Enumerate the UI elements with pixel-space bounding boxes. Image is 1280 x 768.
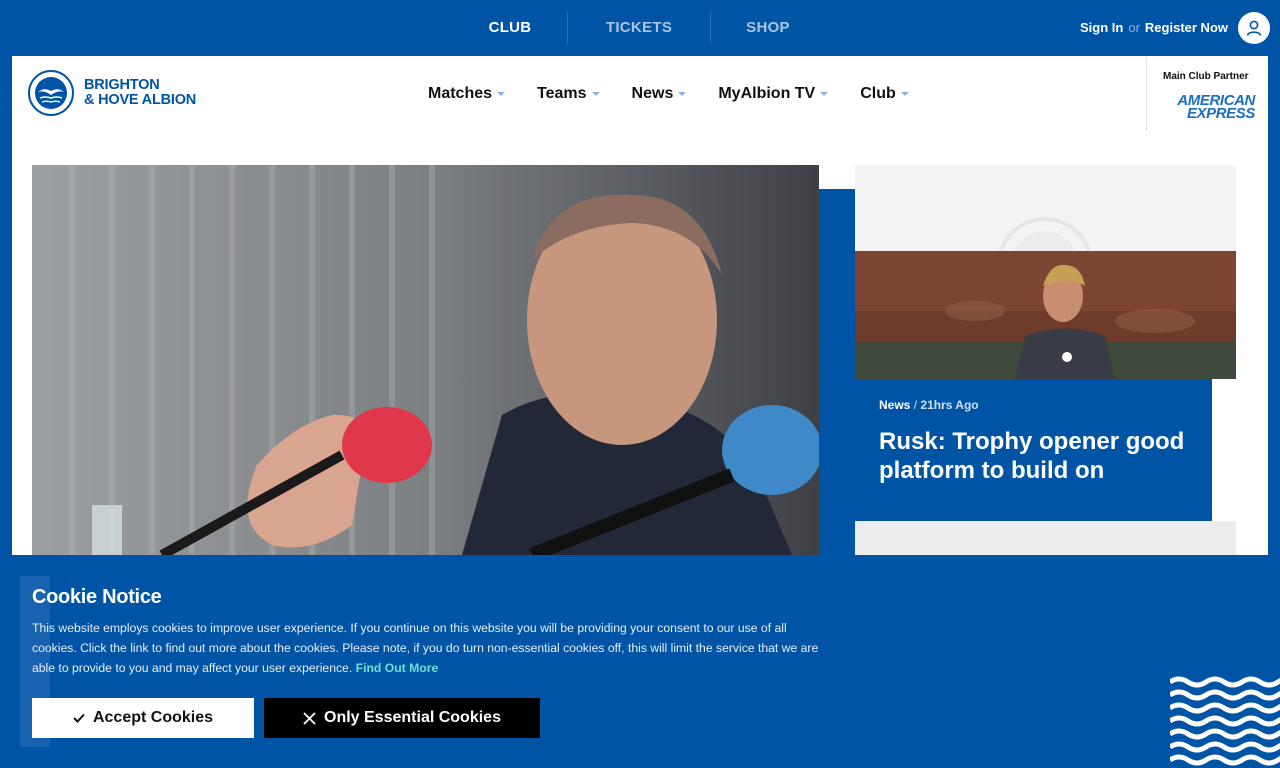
next-card-peek: [855, 521, 1236, 555]
press-conference-photo: [32, 165, 819, 555]
essential-cookies-button[interactable]: Only Essential Cookies: [264, 698, 540, 738]
register-link[interactable]: Register Now: [1145, 20, 1228, 35]
partner-logo: AMERICAN EXPRESS: [1163, 93, 1255, 121]
cookie-title: Cookie Notice: [32, 586, 162, 608]
chevron-down-icon: [591, 91, 600, 96]
article-time: 21hrs Ago: [920, 398, 979, 412]
menu-label: Teams: [537, 84, 587, 102]
main-menu: Matches Teams News MyAlbion TV Club: [428, 56, 941, 131]
topnav-divider: [567, 12, 568, 44]
club-logo-link[interactable]: BRIGHTON & HOVE ALBION: [28, 70, 196, 116]
club-partner[interactable]: Main Club Partner AMERICAN EXPRESS: [1146, 56, 1268, 131]
hero-image[interactable]: [32, 165, 819, 555]
content-area: News / 21hrs Ago Rusk: Trophy opener goo…: [12, 131, 1268, 555]
user-icon: [1246, 20, 1262, 36]
article-category[interactable]: News: [879, 398, 910, 412]
sign-in-link[interactable]: Sign In: [1080, 20, 1123, 35]
wordmark-line2: & HOVE ALBION: [84, 92, 197, 108]
main-nav-bar: BRIGHTON & HOVE ALBION Matches Teams New…: [12, 56, 1268, 131]
side-article-card[interactable]: News / 21hrs Ago Rusk: Trophy opener goo…: [855, 165, 1236, 555]
coach-training-photo: [855, 251, 1236, 379]
topnav-club-link[interactable]: CLUB: [480, 12, 540, 44]
menu-teams[interactable]: Teams: [537, 85, 600, 103]
menu-news[interactable]: News: [632, 85, 687, 103]
topnav-tickets-link[interactable]: TICKETS: [599, 12, 679, 44]
waves-decoration-icon: [1170, 676, 1280, 766]
menu-label: News: [631, 84, 674, 102]
chevron-down-icon: [900, 91, 909, 96]
partner-label: Main Club Partner: [1163, 71, 1249, 82]
club-crest-icon: [28, 70, 74, 116]
essential-cookies-label: Only Essential Cookies: [324, 709, 501, 726]
chevron-down-icon: [678, 91, 687, 96]
side-article-meta: News / 21hrs Ago: [879, 398, 979, 412]
chevron-down-icon: [820, 91, 829, 96]
chevron-down-icon: [497, 91, 506, 96]
cookie-body: This website employs cookies to improve …: [32, 618, 832, 678]
side-card-backdrop: [855, 165, 1236, 251]
menu-label: Matches: [428, 84, 493, 102]
wordmark-line1: BRIGHTON: [84, 77, 160, 93]
cookie-notice: Cookie Notice This website employs cooki…: [0, 555, 1280, 768]
check-icon: [73, 713, 85, 723]
accept-cookies-label: Accept Cookies: [92, 709, 214, 726]
menu-label: Club: [860, 84, 896, 102]
top-utility-bar: CLUB TICKETS SHOP Sign In or Register No…: [0, 0, 1280, 56]
topnav-shop-link[interactable]: SHOP: [738, 12, 798, 44]
side-article-title[interactable]: Rusk: Trophy opener good platform to bui…: [879, 427, 1209, 485]
accept-cookies-button[interactable]: Accept Cookies: [32, 698, 254, 738]
meta-separator: /: [913, 398, 918, 412]
topnav-divider: [710, 12, 711, 44]
auth-or-text: or: [1128, 20, 1140, 35]
close-icon: [303, 711, 316, 725]
find-out-more-link[interactable]: Find Out More: [356, 661, 439, 675]
crest-watermark-icon: [999, 217, 1091, 251]
side-article-info: News / 21hrs Ago Rusk: Trophy opener goo…: [855, 379, 1212, 521]
side-article-image[interactable]: [855, 251, 1236, 379]
auth-links: Sign In or Register Now: [1080, 20, 1228, 35]
menu-club[interactable]: Club: [860, 85, 909, 103]
account-button[interactable]: [1238, 12, 1270, 44]
club-wordmark: BRIGHTON & HOVE ALBION: [84, 78, 196, 108]
menu-label: MyAlbion TV: [718, 84, 816, 102]
decorative-blue-strip: [819, 189, 855, 555]
top-nav: CLUB TICKETS SHOP: [480, 12, 798, 44]
menu-matches[interactable]: Matches: [428, 84, 506, 103]
menu-myalbion-tv[interactable]: MyAlbion TV: [718, 84, 829, 103]
